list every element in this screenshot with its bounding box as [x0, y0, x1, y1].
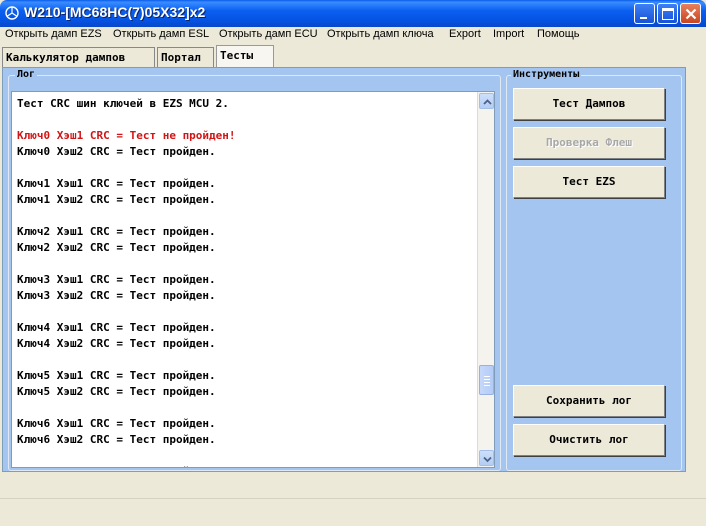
status-bar [0, 498, 706, 526]
log-line: Ключ2 Хэш2 CRC = Тест пройден. [17, 241, 216, 254]
close-icon [685, 8, 697, 20]
tab-tests[interactable]: Тесты [216, 45, 274, 67]
menu-bar: Открыть дамп EZS Открыть дамп ESL Открыт… [0, 27, 706, 45]
log-line: Ключ5 Хэш1 CRC = Тест пройден. [17, 369, 216, 382]
log-line: Ключ4 Хэш1 CRC = Тест пройден. [17, 321, 216, 334]
log-line: Ключ3 Хэш1 CRC = Тест пройден. [17, 273, 216, 286]
menu-export[interactable]: Export [449, 28, 481, 40]
title-bar[interactable]: W210-[MC68HC(7)05X32]x2 [0, 0, 706, 27]
scroll-up-button[interactable] [479, 93, 494, 109]
log-line-error: Ключ0 Хэш1 CRC = Тест не пройден! [17, 129, 236, 142]
log-line: Ключ6 Хэш1 CRC = Тест пройден. [17, 417, 216, 430]
log-line: Ключ3 Хэш2 CRC = Тест пройден. [17, 289, 216, 302]
log-group: Лог Тест CRC шин ключей в EZS MCU 2. Ключ… [8, 69, 501, 471]
window-title: W210-[MC68HC(7)05X32]x2 [24, 4, 206, 20]
tab-portal[interactable]: Портал [157, 47, 214, 67]
tools-group-label: Инструменты [511, 69, 582, 80]
test-dumps-button[interactable]: Тест Дампов [513, 88, 665, 120]
menu-open-ecu[interactable]: Открыть дамп ECU [219, 28, 318, 40]
scroll-down-button[interactable] [479, 450, 494, 466]
flash-check-button: Проверка Флеш [513, 127, 665, 159]
maximize-button[interactable] [657, 3, 678, 24]
tab-calculator[interactable]: Калькулятор дампов [2, 47, 155, 67]
chevron-up-icon [483, 99, 492, 105]
save-log-button[interactable]: Сохранить лог [513, 385, 665, 417]
log-group-label: Лог [15, 69, 38, 80]
log-lines: Тест CRC шин ключей в EZS MCU 2. Ключ0 Хэ… [17, 96, 477, 467]
log-textbox[interactable]: Тест CRC шин ключей в EZS MCU 2. Ключ0 Хэ… [11, 91, 495, 468]
clear-log-button[interactable]: Очистить лог [513, 424, 665, 456]
log-line: Ключ1 Хэш1 CRC = Тест пройден. [17, 177, 216, 190]
app-icon [5, 6, 19, 20]
menu-import[interactable]: Import [493, 28, 524, 40]
log-line: Ключ4 Хэш2 CRC = Тест пройден. [17, 337, 216, 350]
log-line: Ключ1 Хэш2 CRC = Тест пройден. [17, 193, 216, 206]
maximize-icon [662, 8, 674, 20]
log-line: Ключ7 Хэш1 CRC = Тест пройден. [17, 464, 477, 467]
log-line: Ключ5 Хэш2 CRC = Тест пройден. [17, 385, 216, 398]
log-line: Тест CRC шин ключей в EZS MCU 2. [17, 97, 229, 110]
scroll-thumb[interactable] [479, 365, 494, 395]
close-button[interactable] [680, 3, 701, 24]
minimize-button[interactable] [634, 3, 655, 24]
log-line: Ключ0 Хэш2 CRC = Тест пройден. [17, 145, 216, 158]
menu-open-ezs[interactable]: Открыть дамп EZS [5, 28, 102, 40]
log-scrollbar[interactable] [477, 92, 494, 467]
menu-open-esl[interactable]: Открыть дамп ESL [113, 28, 209, 40]
tests-panel: Лог Тест CRC шин ключей в EZS MCU 2. Ключ… [2, 67, 686, 472]
test-ezs-button[interactable]: Тест EZS [513, 166, 665, 198]
minimize-icon [640, 17, 647, 19]
menu-help[interactable]: Помощь [537, 28, 580, 40]
log-line: Ключ6 Хэш2 CRC = Тест пройден. [17, 433, 216, 446]
chevron-down-icon [483, 456, 492, 463]
tools-group: Инструменты Тест Дампов Проверка Флеш Те… [506, 69, 682, 471]
menu-open-key[interactable]: Открыть дамп ключа [327, 28, 434, 40]
log-line: Ключ2 Хэш1 CRC = Тест пройден. [17, 225, 216, 238]
